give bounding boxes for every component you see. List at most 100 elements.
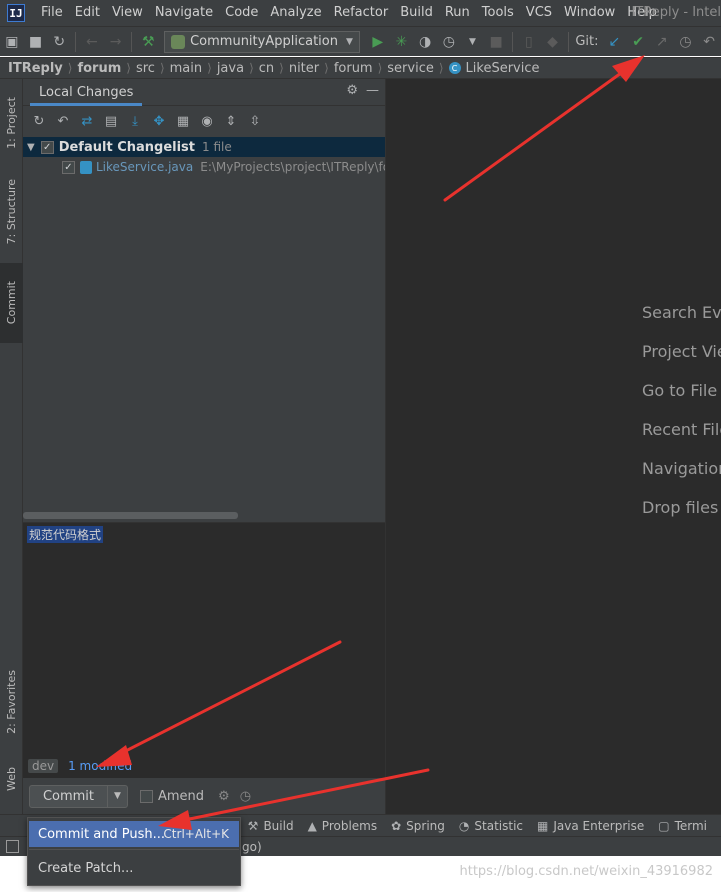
toggle-tool-windows-icon[interactable]	[6, 840, 19, 853]
chevron-right-icon: ⟩	[207, 61, 212, 75]
changelist-row[interactable]: ▼ ✓ Default Changelist 1 file	[23, 137, 385, 157]
sync-icon[interactable]: ↻	[47, 30, 71, 54]
collapse-all-icon[interactable]: ⇳	[243, 109, 267, 133]
commit-status-row: dev 1 modified	[23, 754, 385, 778]
run-configuration-select[interactable]: CommunityApplication ▼	[164, 30, 360, 53]
run-icon[interactable]: ▶	[366, 30, 390, 54]
menu-vcs[interactable]: VCS	[520, 0, 558, 26]
terminal-icon: ▢	[658, 818, 670, 833]
breadcrumb-item[interactable]: java	[217, 61, 244, 76]
tab-commit-label: Commit	[5, 281, 18, 325]
refresh-icon[interactable]: ↻	[27, 109, 51, 133]
create-patch-item[interactable]: Create Patch...	[29, 855, 239, 881]
expand-all-icon[interactable]: ⇕	[219, 109, 243, 133]
tool-problems-label: Problems	[321, 818, 378, 833]
save-icon[interactable]: ■	[24, 30, 48, 54]
tool-terminal-label: Termi	[674, 818, 707, 833]
tool-terminal[interactable]: ▢ Termi	[658, 819, 707, 833]
menu-edit[interactable]: Edit	[69, 0, 106, 26]
tab-structure-label: 7: Structure	[5, 179, 18, 245]
changelist-count: 1 file	[202, 140, 232, 154]
file-path: E:\MyProjects\project\ITReply\fo	[200, 160, 385, 174]
branch-badge: dev	[28, 759, 59, 773]
file-row[interactable]: ✓ LikeService.java E:\MyProjects\project…	[23, 157, 385, 177]
git-commit-check-icon[interactable]: ✔	[626, 30, 650, 54]
commit-button[interactable]: Commit	[30, 789, 107, 804]
tab-local-changes[interactable]: Local Changes	[30, 79, 143, 106]
breadcrumb-item[interactable]: src	[136, 61, 155, 76]
eye-icon[interactable]: ◉	[195, 109, 219, 133]
commit-message-text[interactable]: 规范代码格式	[27, 526, 104, 543]
changelist-name: Default Changelist	[58, 139, 195, 155]
menu-build[interactable]: Build	[394, 0, 439, 26]
menu-tools[interactable]: Tools	[476, 0, 520, 26]
git-history-icon[interactable]: ◷	[674, 30, 698, 54]
profile-icon[interactable]: ◷	[437, 30, 461, 54]
tab-favorites[interactable]: 2: Favorites	[0, 659, 23, 745]
amend-label: Amend	[158, 788, 205, 804]
tab-web[interactable]: Web	[0, 755, 23, 803]
commit-message-area[interactable]: 规范代码格式	[23, 522, 385, 754]
breadcrumb-item[interactable]: LikeService	[466, 61, 540, 76]
back-icon[interactable]: ←	[80, 30, 104, 54]
file-checkbox[interactable]: ✓	[62, 160, 75, 174]
modified-count-link[interactable]: 1 modified	[68, 759, 132, 773]
toolbar-divider	[75, 31, 77, 52]
commit-and-push-item[interactable]: Commit and Push... Ctrl+Alt+K	[29, 821, 239, 847]
build-hammer-icon[interactable]: ⚒	[136, 30, 160, 54]
rollback-icon[interactable]: ↶	[51, 109, 75, 133]
tab-project[interactable]: 1: Project	[0, 83, 23, 163]
menu-window[interactable]: Window	[558, 0, 621, 26]
download-icon[interactable]: ⤓	[123, 109, 147, 133]
expand-arrow-icon[interactable]: ▼	[27, 142, 35, 153]
device-icon[interactable]: ▯	[517, 30, 541, 54]
amend-checkbox[interactable]	[140, 789, 153, 803]
menu-analyze[interactable]: Analyze	[264, 0, 327, 26]
changes-tree: ▼ ✓ Default Changelist 1 file ✓ LikeServ…	[23, 137, 385, 507]
menu-code[interactable]: Code	[219, 0, 264, 26]
breadcrumb-item[interactable]: forum	[334, 61, 373, 76]
breadcrumb-item[interactable]: main	[170, 61, 202, 76]
horizontal-scrollbar[interactable]	[23, 512, 238, 519]
menu-file[interactable]: File	[35, 0, 69, 26]
tab-commit[interactable]: Commit	[0, 263, 23, 343]
tool-spring[interactable]: ✿ Spring	[391, 819, 445, 833]
breadcrumb-item[interactable]: niter	[289, 61, 319, 76]
tab-structure[interactable]: 7: Structure	[0, 171, 23, 253]
commit-dropdown-icon[interactable]: ▼	[107, 785, 127, 807]
commit-options-gear-icon[interactable]: ⚙	[218, 789, 230, 804]
gear-icon[interactable]: ⚙	[346, 83, 358, 98]
git-rollback-icon[interactable]: ↶	[697, 30, 721, 54]
breadcrumb-item[interactable]: service	[387, 61, 434, 76]
debug-icon[interactable]: ✳	[390, 30, 414, 54]
commit-history-clock-icon[interactable]: ◷	[240, 789, 251, 804]
breadcrumb-item[interactable]: ITReply	[8, 61, 63, 76]
tool-java-enterprise[interactable]: ▦ Java Enterprise	[537, 819, 644, 833]
commit-and-push-label: Commit and Push...	[38, 826, 166, 842]
changelist-icon[interactable]: ▤	[99, 109, 123, 133]
tool-build[interactable]: ⚒ Build	[248, 819, 294, 833]
tool-statistic[interactable]: ◔ Statistic	[459, 819, 523, 833]
minimize-icon[interactable]: —	[366, 83, 379, 98]
group-by-icon[interactable]: ▦	[171, 109, 195, 133]
more-run-chevron-icon[interactable]: ▼	[461, 30, 485, 54]
chevron-right-icon: ⟩	[324, 61, 329, 75]
coverage-icon[interactable]: ◑	[413, 30, 437, 54]
changelist-checkbox[interactable]: ✓	[40, 140, 54, 154]
git-push-icon[interactable]: ↗	[650, 30, 674, 54]
menu-view[interactable]: View	[106, 0, 149, 26]
menu-run[interactable]: Run	[439, 0, 476, 26]
tool-problems[interactable]: ▲ Problems	[308, 819, 378, 833]
shelve-icon[interactable]: ✥	[147, 109, 171, 133]
menu-navigate[interactable]: Navigate	[149, 0, 219, 26]
menu-bar: IJ File Edit View Navigate Code Analyze …	[0, 0, 721, 26]
show-diff-icon[interactable]: ⇄	[75, 109, 99, 133]
git-update-icon[interactable]: ↙	[603, 30, 627, 54]
sdk-icon[interactable]: ◆	[541, 30, 565, 54]
breadcrumb-item[interactable]: forum	[77, 61, 121, 76]
breadcrumb-item[interactable]: cn	[259, 61, 274, 76]
stop-icon[interactable]: ■	[484, 30, 508, 54]
open-folder-icon[interactable]: ▣	[0, 30, 24, 54]
forward-icon[interactable]: →	[104, 30, 128, 54]
menu-refactor[interactable]: Refactor	[328, 0, 395, 26]
